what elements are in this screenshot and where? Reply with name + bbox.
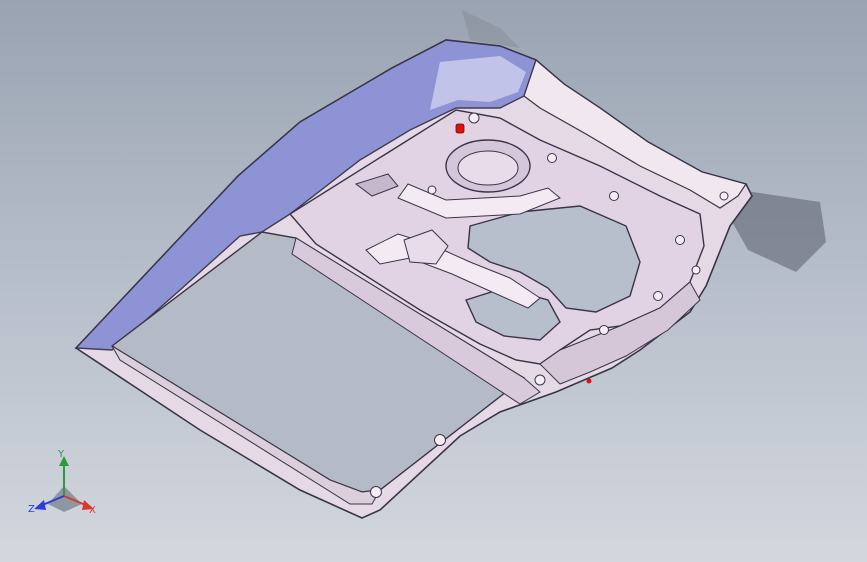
bolt-hole [427, 185, 437, 195]
bolt-hole [609, 191, 619, 201]
bolt-hole [547, 153, 557, 163]
car-door-panel-model[interactable] [0, 0, 867, 562]
bolt-hole [719, 191, 729, 201]
bolt-hole [675, 235, 685, 245]
bolt-hole [599, 325, 609, 335]
x-axis-label: X [89, 505, 96, 516]
bolt-hole [468, 112, 480, 124]
bolt-hole [370, 486, 382, 498]
red-reference-marker[interactable] [455, 123, 465, 134]
coordinate-triad: Y X Z [26, 448, 106, 524]
bolt-hole [691, 265, 701, 275]
bolt-hole [534, 374, 546, 386]
y-axis-label: Y [58, 449, 65, 460]
bolt-hole [653, 291, 663, 301]
red-reference-dot [586, 378, 592, 384]
bolt-hole [434, 434, 446, 446]
z-axis-arrow-icon [34, 500, 46, 510]
cad-3d-viewport[interactable]: Y X Z [0, 0, 867, 562]
z-axis-label: Z [28, 504, 35, 515]
speaker-pocket-inner [457, 150, 519, 186]
